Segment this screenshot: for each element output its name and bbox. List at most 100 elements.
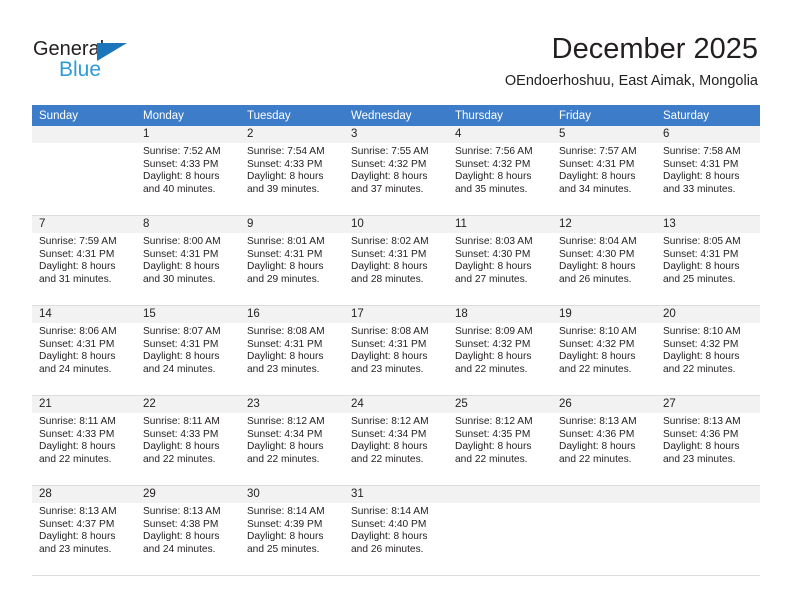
day-cell-inner — [448, 486, 552, 576]
calendar-day-cell[interactable]: 3 Sunrise: 7:55 AM Sunset: 4:32 PM Daylight… — [344, 126, 448, 216]
daylight-duration-line2: and 22 minutes. — [351, 453, 424, 465]
daylight-duration-line2: and 26 minutes. — [559, 273, 632, 285]
sunset-time: Sunset: 4:38 PM — [143, 518, 219, 530]
calendar-week-row: 28 Sunrise: 8:13 AM Sunset: 4:37 PM Dayligh… — [32, 486, 760, 576]
daylight-duration-line2: and 22 minutes. — [247, 453, 320, 465]
sunrise-time: Sunrise: 8:07 AM — [143, 326, 221, 337]
day-cell-details: Sunrise: 8:11 AM Sunset: 4:33 PM Daylight:… — [136, 413, 240, 466]
sunset-time: Sunset: 4:34 PM — [351, 428, 427, 440]
calendar-day-cell[interactable]: 24 Sunrise: 8:12 AM Sunset: 4:34 PM Dayligh… — [344, 396, 448, 486]
calendar-day-cell[interactable]: 15 Sunrise: 8:07 AM Sunset: 4:31 PM Dayligh… — [136, 306, 240, 396]
day-cell-details: Sunrise: 8:13 AM Sunset: 4:37 PM Daylight:… — [32, 503, 136, 556]
sunrise-time: Sunrise: 8:09 AM — [455, 326, 533, 337]
calendar-day-cell[interactable]: 25 Sunrise: 8:12 AM Sunset: 4:35 PM Dayligh… — [448, 396, 552, 486]
blue-triangle-icon — [97, 43, 127, 61]
calendar-day-cell[interactable]: 18 Sunrise: 8:09 AM Sunset: 4:32 PM Dayligh… — [448, 306, 552, 396]
calendar-day-cell[interactable]: 31 Sunrise: 8:14 AM Sunset: 4:40 PM Dayligh… — [344, 486, 448, 576]
sunset-time: Sunset: 4:35 PM — [455, 428, 531, 440]
sunset-time: Sunset: 4:32 PM — [559, 338, 635, 350]
day-cell-inner: 27 Sunrise: 8:13 AM Sunset: 4:36 PM Dayligh… — [656, 396, 760, 486]
calendar-day-cell[interactable]: 29 Sunrise: 8:13 AM Sunset: 4:38 PM Dayligh… — [136, 486, 240, 576]
calendar-day-cell[interactable]: 14 Sunrise: 8:06 AM Sunset: 4:31 PM Dayligh… — [32, 306, 136, 396]
day-cell-details: Sunrise: 7:58 AM Sunset: 4:31 PM Daylight:… — [656, 143, 760, 196]
daylight-duration-line2: and 27 minutes. — [455, 273, 528, 285]
sunrise-time: Sunrise: 7:55 AM — [351, 146, 429, 157]
day-cell-inner: 30 Sunrise: 8:14 AM Sunset: 4:39 PM Dayligh… — [240, 486, 344, 576]
sunset-time: Sunset: 4:31 PM — [39, 248, 115, 260]
calendar-day-cell[interactable]: 7 Sunrise: 7:59 AM Sunset: 4:31 PM Daylight… — [32, 216, 136, 306]
calendar-day-cell[interactable]: 22 Sunrise: 8:11 AM Sunset: 4:33 PM Dayligh… — [136, 396, 240, 486]
calendar-day-cell[interactable]: 13 Sunrise: 8:05 AM Sunset: 4:31 PM Dayligh… — [656, 216, 760, 306]
sunset-time: Sunset: 4:31 PM — [351, 248, 427, 260]
daylight-duration-line1: Daylight: 8 hours — [39, 351, 116, 363]
day-number: 4 — [448, 126, 552, 143]
daylight-duration-line2: and 28 minutes. — [351, 273, 424, 285]
daylight-duration-line2: and 37 minutes. — [351, 183, 424, 195]
calendar-day-cell[interactable]: 11 Sunrise: 8:03 AM Sunset: 4:30 PM Dayligh… — [448, 216, 552, 306]
calendar-day-cell[interactable]: 10 Sunrise: 8:02 AM Sunset: 4:31 PM Dayligh… — [344, 216, 448, 306]
calendar-day-cell[interactable]: 1 Sunrise: 7:52 AM Sunset: 4:33 PM Daylight… — [136, 126, 240, 216]
day-cell-inner: 28 Sunrise: 8:13 AM Sunset: 4:37 PM Dayligh… — [32, 486, 136, 576]
sunset-time: Sunset: 4:30 PM — [559, 248, 635, 260]
daylight-duration-line2: and 29 minutes. — [247, 273, 320, 285]
day-cell-details: Sunrise: 8:04 AM Sunset: 4:30 PM Daylight:… — [552, 233, 656, 286]
day-cell-details: Sunrise: 7:57 AM Sunset: 4:31 PM Daylight:… — [552, 143, 656, 196]
calendar-day-cell[interactable]: 26 Sunrise: 8:13 AM Sunset: 4:36 PM Dayligh… — [552, 396, 656, 486]
weekday-header-monday: Monday — [136, 105, 240, 126]
day-cell-inner: 16 Sunrise: 8:08 AM Sunset: 4:31 PM Dayligh… — [240, 306, 344, 396]
calendar-day-cell[interactable]: 30 Sunrise: 8:14 AM Sunset: 4:39 PM Dayligh… — [240, 486, 344, 576]
day-cell-details: Sunrise: 8:07 AM Sunset: 4:31 PM Daylight:… — [136, 323, 240, 376]
daylight-duration-line1: Daylight: 8 hours — [247, 351, 324, 363]
day-number: 10 — [344, 216, 448, 233]
calendar-week-row: 1 Sunrise: 7:52 AM Sunset: 4:33 PM Daylight… — [32, 126, 760, 216]
calendar-day-cell[interactable]: 27 Sunrise: 8:13 AM Sunset: 4:36 PM Dayligh… — [656, 396, 760, 486]
sunrise-sunset-calendar: Sunday Monday Tuesday Wednesday Thursday… — [32, 105, 760, 576]
calendar-day-cell[interactable]: 20 Sunrise: 8:10 AM Sunset: 4:32 PM Dayligh… — [656, 306, 760, 396]
sunrise-time: Sunrise: 8:11 AM — [39, 416, 116, 427]
daylight-duration-line2: and 22 minutes. — [455, 363, 528, 375]
calendar-day-cell[interactable]: 4 Sunrise: 7:56 AM Sunset: 4:32 PM Daylight… — [448, 126, 552, 216]
calendar-day-cell[interactable]: 23 Sunrise: 8:12 AM Sunset: 4:34 PM Dayligh… — [240, 396, 344, 486]
daylight-duration-line1: Daylight: 8 hours — [247, 441, 324, 453]
sunrise-time: Sunrise: 8:13 AM — [143, 506, 221, 517]
daylight-duration-line1: Daylight: 8 hours — [351, 261, 428, 273]
day-cell-inner: 9 Sunrise: 8:01 AM Sunset: 4:31 PM Daylight… — [240, 216, 344, 306]
calendar-day-cell[interactable]: 9 Sunrise: 8:01 AM Sunset: 4:31 PM Daylight… — [240, 216, 344, 306]
sunset-time: Sunset: 4:31 PM — [247, 248, 323, 260]
calendar-day-cell[interactable]: 16 Sunrise: 8:08 AM Sunset: 4:31 PM Dayligh… — [240, 306, 344, 396]
calendar-cell-empty — [32, 126, 136, 216]
daylight-duration-line2: and 39 minutes. — [247, 183, 320, 195]
day-number: 7 — [32, 216, 136, 233]
day-cell-inner: 18 Sunrise: 8:09 AM Sunset: 4:32 PM Dayligh… — [448, 306, 552, 396]
day-cell-inner: 17 Sunrise: 8:08 AM Sunset: 4:31 PM Dayligh… — [344, 306, 448, 396]
sunset-time: Sunset: 4:32 PM — [455, 338, 531, 350]
calendar-day-cell[interactable]: 19 Sunrise: 8:10 AM Sunset: 4:32 PM Dayligh… — [552, 306, 656, 396]
sunset-time: Sunset: 4:36 PM — [559, 428, 635, 440]
calendar-day-cell[interactable]: 17 Sunrise: 8:08 AM Sunset: 4:31 PM Dayligh… — [344, 306, 448, 396]
sunset-time: Sunset: 4:32 PM — [351, 158, 427, 170]
weekday-header-wednesday: Wednesday — [344, 105, 448, 126]
day-number: 22 — [136, 396, 240, 413]
calendar-day-cell[interactable]: 21 Sunrise: 8:11 AM Sunset: 4:33 PM Dayligh… — [32, 396, 136, 486]
sunrise-time: Sunrise: 8:08 AM — [351, 326, 429, 337]
daylight-duration-line1: Daylight: 8 hours — [143, 261, 220, 273]
day-cell-inner: 1 Sunrise: 7:52 AM Sunset: 4:33 PM Daylight… — [136, 126, 240, 216]
calendar-day-cell[interactable]: 28 Sunrise: 8:13 AM Sunset: 4:37 PM Dayligh… — [32, 486, 136, 576]
day-cell-details — [32, 143, 136, 146]
daylight-duration-line1: Daylight: 8 hours — [663, 171, 740, 183]
page-title: December 2025 — [551, 33, 758, 65]
calendar-cell-empty — [448, 486, 552, 576]
calendar-day-cell[interactable]: 12 Sunrise: 8:04 AM Sunset: 4:30 PM Dayligh… — [552, 216, 656, 306]
calendar-day-cell[interactable]: 2 Sunrise: 7:54 AM Sunset: 4:33 PM Daylight… — [240, 126, 344, 216]
calendar-day-cell[interactable]: 8 Sunrise: 8:00 AM Sunset: 4:31 PM Daylight… — [136, 216, 240, 306]
day-cell-details: Sunrise: 8:10 AM Sunset: 4:32 PM Daylight:… — [656, 323, 760, 376]
day-number: 17 — [344, 306, 448, 323]
calendar-day-cell[interactable]: 5 Sunrise: 7:57 AM Sunset: 4:31 PM Daylight… — [552, 126, 656, 216]
daylight-duration-line1: Daylight: 8 hours — [559, 351, 636, 363]
sunset-time: Sunset: 4:32 PM — [455, 158, 531, 170]
day-cell-details: Sunrise: 7:59 AM Sunset: 4:31 PM Daylight:… — [32, 233, 136, 286]
calendar-day-cell[interactable]: 6 Sunrise: 7:58 AM Sunset: 4:31 PM Daylight… — [656, 126, 760, 216]
generalblue-logo[interactable]: General Blue — [33, 38, 153, 84]
daylight-duration-line2: and 22 minutes. — [663, 363, 736, 375]
sunrise-time: Sunrise: 8:06 AM — [39, 326, 117, 337]
